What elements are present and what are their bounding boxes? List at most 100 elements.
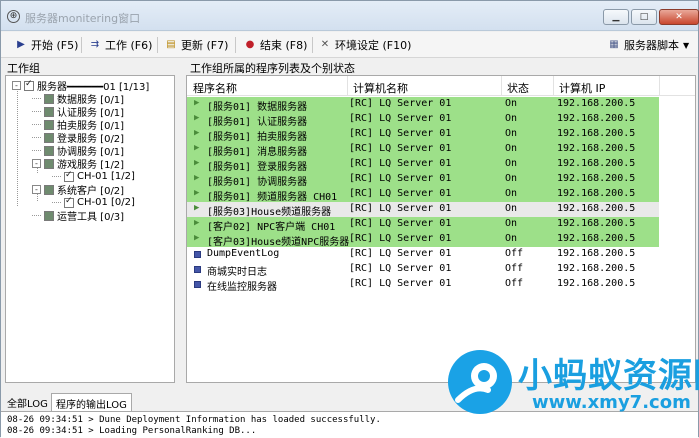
tree-guide [32,111,41,112]
tree-checkbox[interactable] [44,93,54,104]
cell-status: On [505,218,518,229]
settings-button[interactable]: ✕ 环境设定 (F10) [319,37,412,53]
table-row[interactable]: ▶ [服务01] 频道服务器 CH01 [RC] LQ Server 01 On 192… [187,187,659,203]
cell-computer: [RC] LQ Server 01 [349,263,452,274]
tree-node-label: CH-01 [0/2] [77,197,135,208]
cell-computer: [RC] LQ Server 01 [349,173,452,184]
tree-node[interactable]: - 系统客户 [0/2] [32,183,124,197]
window-title: 服务器monitering窗口 [25,12,141,25]
tree-checkbox[interactable] [44,184,54,195]
col-header-program[interactable]: 程序名称 [193,80,237,96]
col-header-computer[interactable]: 计算机名称 [353,80,408,96]
tree-checkbox[interactable] [64,170,74,182]
table-row[interactable]: ▶ [服务01] 拍卖服务器 [RC] LQ Server 01 On 192.168.… [187,127,659,143]
table-row[interactable]: 在线监控服务器 [RC] LQ Server 01 Off 192.168.200.5 [187,277,659,293]
table-row[interactable]: ▶ [服务01] 协调服务器 [RC] LQ Server 01 On 192.168.… [187,172,659,188]
watermark-url: www.xmy7.com [532,392,691,413]
work-button[interactable]: ⇉ 工作 (F6) [89,37,153,53]
update-button[interactable]: ▤ 更新 (F7) [165,37,228,53]
program-list-label: 工作组所属的程序列表及个别状态 [190,62,355,75]
cell-name: [服务01] 消息服务器 [207,147,308,158]
cell-name: [服务01] 协调服务器 [207,177,308,188]
cell-computer: [RC] LQ Server 01 [349,248,452,259]
cell-name: [客户02] NPC客户端_CH01 [207,222,336,233]
watermark: 小蚂蚁资源网 www.xmy7.com [442,344,699,424]
tree-checkbox[interactable] [44,210,54,221]
col-header-ip[interactable]: 计算机 IP [559,80,605,96]
running-icon: ▶ [194,143,200,153]
cell-computer: [RC] LQ Server 01 [349,128,452,139]
cell-name: DumpEventLog [207,248,280,259]
running-icon: ▶ [194,188,200,198]
table-row[interactable]: ▶ [服务01] 消息服务器 [RC] LQ Server 01 On 192.168.… [187,142,659,158]
work-label: 工作 (F6) [105,39,153,52]
end-button[interactable]: ● 结束 (F8) [244,37,308,53]
tree-checkbox[interactable] [44,119,54,130]
server-script-dropdown[interactable]: ▦ 服务器脚本 ▼ [608,37,689,53]
collapse-icon[interactable]: - [12,81,21,90]
running-icon: ▶ [194,173,200,183]
start-button[interactable]: ▶ 开始 (F5) [15,37,78,53]
tab-all-log[interactable]: 全部LOG [3,393,52,411]
title-bar: ⊕ 服务器monitering窗口 ▁ □ ✕ [1,1,699,31]
cell-status: On [505,173,518,184]
cell-ip: 192.168.200.5 [557,263,636,274]
update-icon: ▤ [166,39,176,50]
col-header-status[interactable]: 状态 [507,80,529,96]
table-row[interactable]: ▶ [客户03]House频道NPC服务器 [RC] LQ Server 01 On 1… [187,232,659,248]
table-row[interactable]: ▶ [客户02] NPC客户端_CH01 [RC] LQ Server 01 On 19… [187,217,659,233]
tools-icon: ✕ [320,39,330,50]
maximize-button[interactable]: □ [631,9,657,25]
cell-ip: 192.168.200.5 [557,173,636,184]
minimize-button[interactable]: ▁ [603,9,629,25]
tree-node[interactable]: 运营工具 [0/3] [32,209,124,223]
collapse-icon[interactable]: - [32,185,41,194]
stopped-icon [194,280,201,291]
column-divider [659,76,660,96]
cell-ip: 192.168.200.5 [557,278,636,289]
list-header: 程序名称 计算机名称 状态 计算机 IP [187,76,695,96]
table-row[interactable]: 商城实时日志 [RC] LQ Server 01 Off 192.168.200.5 [187,262,659,278]
collapse-icon[interactable]: - [32,159,41,168]
cell-status: On [505,203,518,214]
cell-ip: 192.168.200.5 [557,188,636,199]
close-button[interactable]: ✕ [659,9,699,25]
log-line: 08-26 09:34:51 > Loading PersonalRanking… [7,426,257,436]
tree-checkbox[interactable] [44,145,54,156]
end-label: 结束 (F8) [260,39,308,52]
running-icon: ▶ [194,158,200,168]
running-icon: ▶ [194,98,200,108]
script-icon: ▦ [609,39,619,50]
toolbar: ▶ 开始 (F5) ⇉ 工作 (F6) ▤ 更新 (F7) ● 结束 (F8) … [1,32,698,58]
cell-ip: 192.168.200.5 [557,158,636,169]
running-icon: ▶ [194,218,200,228]
cell-ip: 192.168.200.5 [557,143,636,154]
table-row[interactable]: ▶ [服务01] 数据服务器 [RC] LQ Server 01 On 192.168.… [187,97,659,113]
tree-checkbox[interactable] [64,196,74,208]
table-row[interactable]: ▶ [服务03]House频道服务器 [RC] LQ Server 01 On 192.… [187,202,659,218]
tree-checkbox[interactable] [24,79,34,91]
tree-guide [32,98,41,99]
tab-program-output-log[interactable]: 程序的输出LOG [51,393,132,411]
cell-computer: [RC] LQ Server 01 [349,233,452,244]
cell-computer: [RC] LQ Server 01 [349,143,452,154]
cell-computer: [RC] LQ Server 01 [349,203,452,214]
tree-checkbox[interactable] [44,158,54,169]
cell-ip: 192.168.200.5 [557,128,636,139]
work-group-tree[interactable]: -服务器━━━━━━01 [1/13]数据服务 [0/1]认证服务 [0/1]拍… [5,75,175,383]
table-row[interactable]: DumpEventLog [RC] LQ Server 01 Off 192.168.… [187,247,659,262]
cell-status: Off [505,278,524,289]
cell-name: [服务01] 频道服务器 CH01 [207,192,338,203]
program-list[interactable]: 程序名称 计算机名称 状态 计算机 IP ▶ [服务01] 数据服务器 [RC] L… [186,75,696,383]
tree-checkbox[interactable] [44,132,54,143]
table-row[interactable]: ▶ [服务01] 认证服务器 [RC] LQ Server 01 On 192.168.… [187,112,659,128]
tree-node[interactable]: - 游戏服务 [1/2] [32,157,124,171]
settings-label: 环境设定 (F10) [335,39,412,52]
table-row[interactable]: ▶ [服务01] 登录服务器 [RC] LQ Server 01 On 192.168.… [187,157,659,173]
start-label: 开始 (F5) [31,39,79,52]
cell-status: On [505,113,518,124]
cell-name: [客户03]House频道NPC服务器 [207,237,350,248]
tree-checkbox[interactable] [44,106,54,117]
cell-computer: [RC] LQ Server 01 [349,278,452,289]
toolbar-divider [81,37,82,53]
